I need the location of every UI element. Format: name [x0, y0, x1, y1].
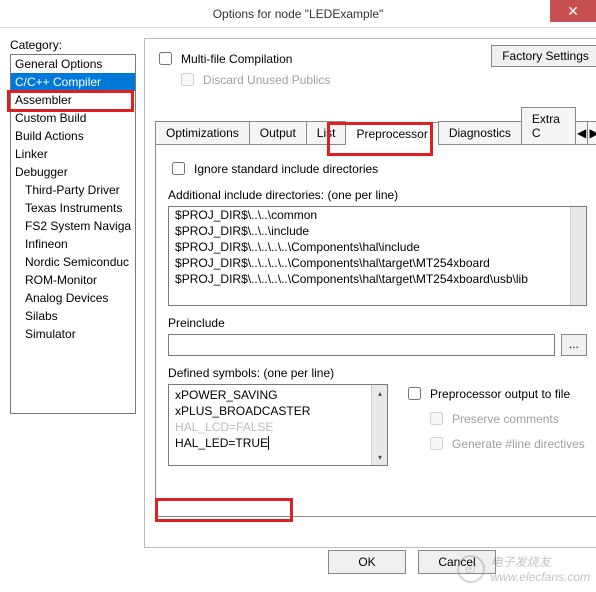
- scroll-down-icon[interactable]: ▾: [372, 449, 388, 465]
- factory-settings-button[interactable]: Factory Settings: [491, 45, 596, 67]
- multifile-label: Multi-file Compilation: [181, 52, 292, 66]
- tab-strip: Optimizations Output List Preprocessor D…: [155, 107, 596, 145]
- category-label: Category:: [10, 38, 136, 52]
- add-dirs-label: Additional include directories: (one per…: [168, 188, 587, 202]
- browse-button[interactable]: ...: [561, 334, 587, 356]
- tab-preprocessor[interactable]: Preprocessor: [345, 122, 438, 145]
- category-item[interactable]: Third-Party Driver: [11, 181, 135, 199]
- ignore-std-label: Ignore standard include directories: [194, 162, 378, 176]
- tab-optimizations[interactable]: Optimizations: [155, 121, 250, 144]
- category-item[interactable]: Build Actions: [11, 127, 135, 145]
- category-item-selected[interactable]: C/C++ Compiler: [11, 73, 135, 91]
- watermark: ef 电子发烧友 www.elecfans.com: [457, 553, 590, 584]
- category-item[interactable]: FS2 System Naviga: [11, 217, 135, 235]
- multifile-checkbox[interactable]: Multi-file Compilation: [155, 49, 292, 68]
- tab-output[interactable]: Output: [249, 121, 307, 144]
- list-item[interactable]: HAL_LED=TRUE: [169, 435, 387, 451]
- discard-unused-checkbox: Discard Unused Publics: [177, 70, 330, 89]
- category-item[interactable]: Debugger: [11, 163, 135, 181]
- watermark-icon: ef: [457, 555, 485, 583]
- ppout-label: Preprocessor output to file: [430, 387, 570, 401]
- genline-checkbox: Generate #line directives: [426, 434, 585, 453]
- list-item[interactable]: HAL_LCD=FALSE: [169, 419, 387, 435]
- tab-scroll-left[interactable]: ◀: [575, 121, 589, 144]
- tab-list[interactable]: List: [306, 121, 347, 144]
- list-item[interactable]: $PROJ_DIR$\..\..\..\..\Components\hal\ta…: [169, 271, 586, 287]
- category-item[interactable]: General Options: [11, 55, 135, 73]
- watermark-url: www.elecfans.com: [491, 570, 590, 584]
- scrollbar[interactable]: [570, 207, 586, 305]
- tab-scroll-right[interactable]: ▶: [587, 121, 596, 144]
- category-item[interactable]: Custom Build: [11, 109, 135, 127]
- scrollbar[interactable]: ▴ ▾: [371, 385, 387, 465]
- watermark-text: 电子发烧友: [491, 553, 590, 570]
- close-button[interactable]: ✕: [550, 0, 596, 22]
- list-item[interactable]: xPOWER_SAVING: [169, 387, 387, 403]
- list-item[interactable]: $PROJ_DIR$\..\..\..\..\Components\hal\in…: [169, 239, 586, 255]
- list-item[interactable]: xPLUS_BROADCASTER: [169, 403, 387, 419]
- category-item[interactable]: Texas Instruments: [11, 199, 135, 217]
- window-title: Options for node "LEDExample": [0, 7, 596, 21]
- category-item[interactable]: Silabs: [11, 307, 135, 325]
- category-item[interactable]: Simulator: [11, 325, 135, 343]
- category-item[interactable]: ROM-Monitor: [11, 271, 135, 289]
- preserve-checkbox: Preserve comments: [426, 409, 559, 428]
- defsym-label: Defined symbols: (one per line): [168, 366, 587, 380]
- ok-button[interactable]: OK: [328, 550, 406, 574]
- scroll-up-icon[interactable]: ▴: [372, 385, 388, 401]
- genline-label: Generate #line directives: [452, 437, 585, 451]
- list-item[interactable]: $PROJ_DIR$\..\..\include: [169, 223, 586, 239]
- category-list[interactable]: General Options C/C++ Compiler Assembler…: [10, 54, 136, 414]
- preinclude-label: Preinclude: [168, 316, 587, 330]
- add-dirs-listbox[interactable]: $PROJ_DIR$\..\..\common $PROJ_DIR$\..\..…: [168, 206, 587, 306]
- list-item[interactable]: $PROJ_DIR$\..\..\common: [169, 207, 586, 223]
- preinclude-input[interactable]: [168, 334, 555, 356]
- discard-unused-label: Discard Unused Publics: [203, 73, 330, 87]
- list-item[interactable]: $PROJ_DIR$\..\..\..\..\Components\hal\ta…: [169, 255, 586, 271]
- tab-extra[interactable]: Extra C: [521, 107, 576, 144]
- tab-diagnostics[interactable]: Diagnostics: [438, 121, 522, 144]
- category-item[interactable]: Assembler: [11, 91, 135, 109]
- preserve-label: Preserve comments: [452, 412, 559, 426]
- ignore-std-checkbox[interactable]: Ignore standard include directories: [168, 159, 378, 178]
- category-item[interactable]: Analog Devices: [11, 289, 135, 307]
- category-item[interactable]: Linker: [11, 145, 135, 163]
- category-item[interactable]: Nordic Semiconduc: [11, 253, 135, 271]
- defined-symbols-listbox[interactable]: xPOWER_SAVING xPLUS_BROADCASTER HAL_LCD=…: [168, 384, 388, 466]
- ppout-checkbox[interactable]: Preprocessor output to file: [404, 384, 570, 403]
- category-item[interactable]: Infineon: [11, 235, 135, 253]
